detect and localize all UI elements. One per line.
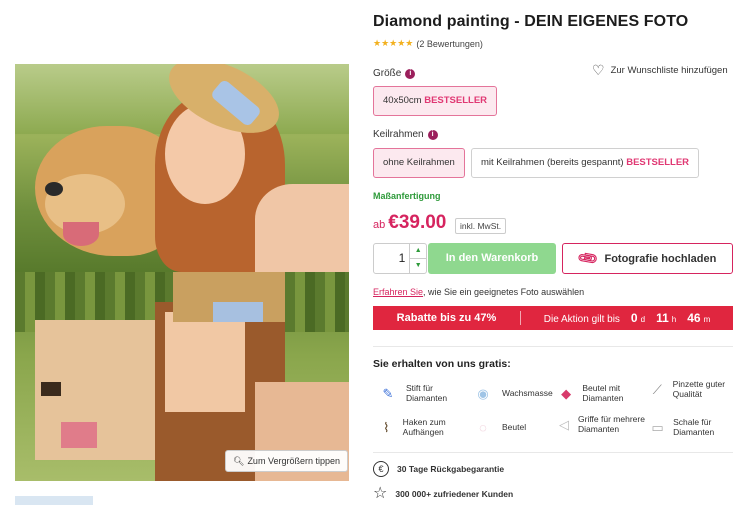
wishlist-button[interactable]: ♡ Zur Wunschliste hinzufügen xyxy=(592,63,728,77)
magnifier-icon: 🔍︎ xyxy=(233,456,245,466)
star-outline-icon: ☆ xyxy=(373,485,388,502)
frame-option-none[interactable]: ohne Keilrahmen xyxy=(373,148,465,178)
price: ab €39.00 xyxy=(373,212,446,234)
wax-icon: ◉ xyxy=(477,385,489,401)
countdown-hours: 11 xyxy=(656,311,669,325)
gift-item: ✎ Stift für Diamanten xyxy=(376,383,471,404)
bag-icon: ◌ xyxy=(479,419,487,435)
countdown-label: Die Aktion gilt bis xyxy=(543,314,620,325)
pen-icon: ✎ xyxy=(382,385,394,401)
euro-coin-icon: € xyxy=(373,461,389,477)
info-icon[interactable]: i xyxy=(405,68,416,79)
frame-option-label: ohne Keilrahmen xyxy=(383,157,455,168)
gift-item: ⟋ Pinzette guter Qualität xyxy=(648,379,733,400)
gift-item: ◁ Griffe für mehrere Diamanten xyxy=(556,414,646,435)
zoom-hint-button[interactable]: 🔍︎ Zum Vergrößern tippen xyxy=(225,450,348,472)
bestseller-badge: BESTSELLER xyxy=(626,157,690,168)
size-option-label: 40x50cm xyxy=(383,95,422,106)
price-amount: €39.00 xyxy=(388,212,447,233)
return-guarantee: € 30 Tage Rückgabegarantie xyxy=(373,461,504,477)
frame-option-label: mit Keilrahmen (bereits gespannt) xyxy=(481,157,624,168)
product-image[interactable]: 🔍︎ Zum Vergrößern tippen xyxy=(15,64,349,481)
happy-customers: ☆ 300 000+ zufriedener Kunden xyxy=(373,485,514,502)
upload-photo-button[interactable]: 📎︎ Fotografie hochladen xyxy=(562,243,733,274)
custom-made-label: Maßanfertigung xyxy=(373,191,441,201)
paperclip-icon: 📎︎ xyxy=(575,246,600,270)
wishlist-label: Zur Wunschliste hinzufügen xyxy=(610,64,728,76)
gift-item: ◌ Beutel xyxy=(470,418,560,438)
divider xyxy=(373,346,733,347)
countdown: Die Aktion gilt bis 0d 11 h 46 m xyxy=(543,311,711,325)
countdown-minutes: 46 xyxy=(687,311,701,325)
tray-icon: ▭ xyxy=(651,419,664,435)
decrease-icon[interactable]: ▼ xyxy=(410,258,426,273)
handle-icon: ◁ xyxy=(559,416,569,432)
price-prefix: ab xyxy=(373,219,386,231)
size-option-40x50[interactable]: 40x50cm BESTSELLER xyxy=(373,86,498,116)
divider xyxy=(373,452,733,453)
info-icon[interactable]: i xyxy=(427,129,438,140)
gift-item: ▭ Schale für Diamanten xyxy=(648,417,733,438)
thumbnail-image[interactable] xyxy=(15,496,93,505)
gift-item: ◆ Beutel mit Diamanten xyxy=(556,383,646,404)
countdown-days: 0 xyxy=(630,311,638,325)
upload-photo-label: Fotografie hochladen xyxy=(604,252,717,265)
size-label: Größe i xyxy=(373,68,416,79)
review-count[interactable]: (2 Bewertungen) xyxy=(416,39,483,49)
promo-bar: Rabatte bis zu 47% Die Aktion gilt bis 0… xyxy=(373,306,733,330)
gift-item: ⌇ Haken zum Aufhängen xyxy=(376,417,471,438)
quantity-input[interactable]: 1 xyxy=(374,244,409,273)
gift-item: ◉ Wachsmasse xyxy=(470,384,560,404)
product-title: Diamond painting - DEIN EIGENES FOTO xyxy=(373,13,689,30)
discount-label: Rabatte bis zu 47% xyxy=(373,311,521,325)
quantity-stepper[interactable]: 1 ▲ ▼ xyxy=(373,243,427,274)
learn-more-link[interactable]: Erfahren Sie xyxy=(373,287,423,297)
rating[interactable]: ★★★★★ (2 Bewertungen) xyxy=(373,38,483,49)
rating-stars-icon: ★★★★★ xyxy=(373,38,414,48)
zoom-hint-label: Zum Vergrößern tippen xyxy=(247,456,340,466)
frame-option-stretched[interactable]: mit Keilrahmen (bereits gespannt) BESTSE… xyxy=(471,148,700,178)
bestseller-badge: BESTSELLER xyxy=(424,95,488,106)
heart-icon: ♡ xyxy=(592,62,605,78)
tweezers-icon: ⟋ xyxy=(652,381,662,397)
learn-more-text: Erfahren Sie, wie Sie ein geeignetes Fot… xyxy=(373,287,585,297)
vat-badge: inkl. MwSt. xyxy=(455,218,507,234)
diamond-bag-icon: ◆ xyxy=(561,385,572,401)
photo-original xyxy=(15,64,349,272)
add-to-cart-button[interactable]: In den Warenkorb xyxy=(428,243,556,274)
frame-label: Keilrahmen i xyxy=(373,129,438,140)
gifts-title: Sie erhalten von uns gratis: xyxy=(373,358,511,370)
hook-icon: ⌇ xyxy=(383,419,390,435)
increase-icon[interactable]: ▲ xyxy=(410,244,426,258)
